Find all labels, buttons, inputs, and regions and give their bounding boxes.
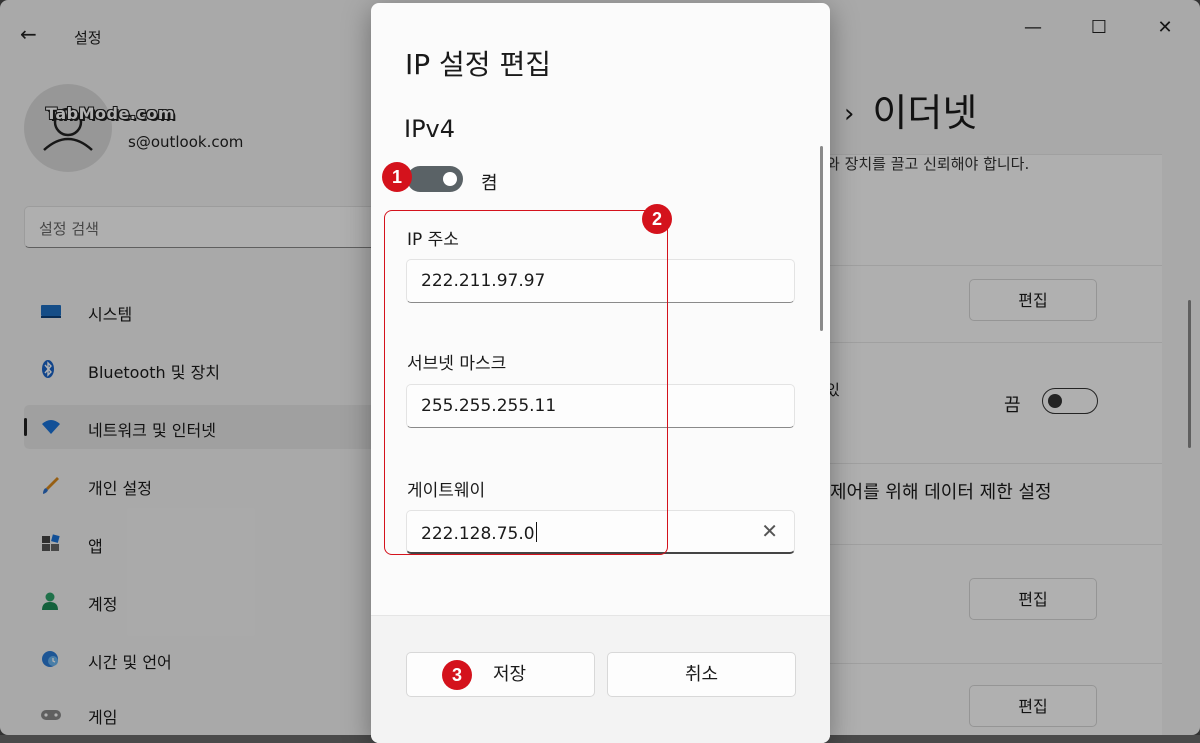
step-badge-2: 2 <box>642 204 672 234</box>
step-badge-1: 1 <box>382 162 412 192</box>
step-badge-3: 3 <box>442 660 472 690</box>
ipv4-toggle[interactable] <box>407 166 463 192</box>
toggle-knob <box>443 172 457 186</box>
dialog-scrollbar[interactable] <box>820 146 823 331</box>
highlight-box <box>384 210 668 555</box>
ipv4-toggle-label: 켬 <box>481 173 498 194</box>
ipv4-heading: IPv4 <box>404 115 456 143</box>
save-button-label: 저장 <box>492 664 527 685</box>
clear-icon[interactable]: ✕ <box>761 519 778 543</box>
cancel-button-label: 취소 <box>684 664 719 685</box>
cancel-button[interactable]: 취소 <box>607 652 796 697</box>
dialog-title: IP 설정 편집 <box>405 48 551 81</box>
save-button[interactable]: 저장 <box>406 652 595 697</box>
